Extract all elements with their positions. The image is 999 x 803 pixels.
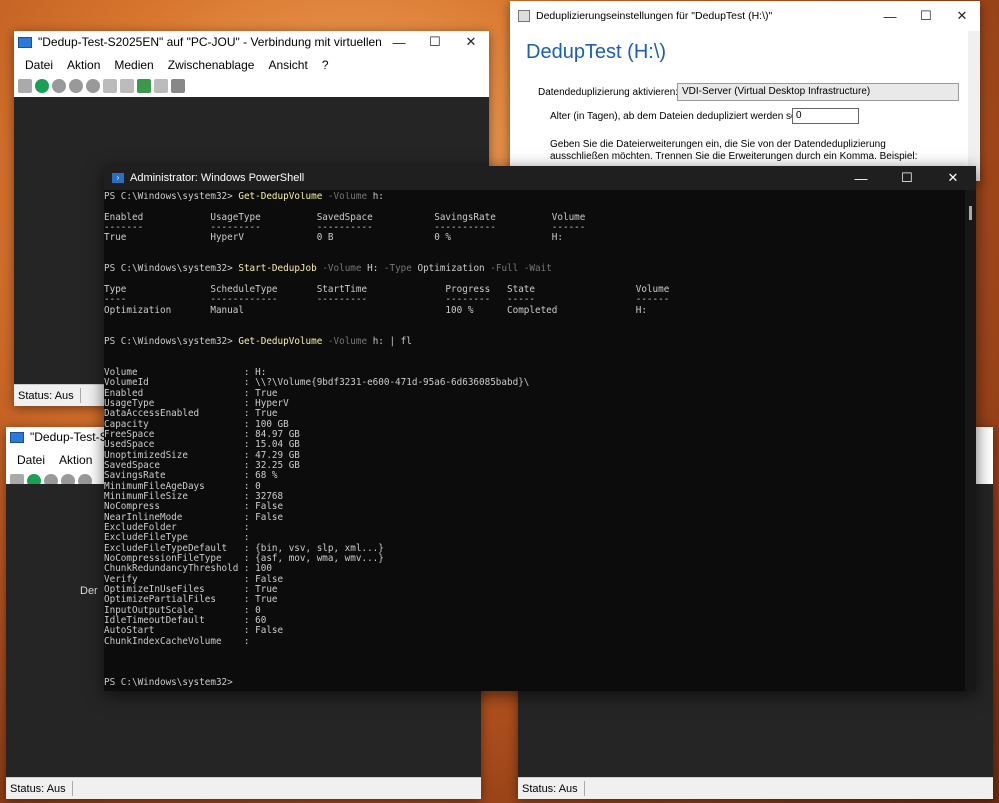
cmdlet: Get-DedupVolume [238,192,323,202]
property-list: Volume : H: VolumeId : \\?\Volume{9bdf32… [104,367,529,647]
close-icon[interactable]: ✕ [453,31,489,53]
property-line: ExcludeFileTypeDefault : {bin, vsv, slp,… [104,542,384,554]
vm1-toolbar [14,75,489,97]
start-icon[interactable] [35,79,49,93]
maximize-icon[interactable]: ☐ [884,166,930,190]
vm3-status-text: Status: Aus [522,782,578,795]
vm2-statusbar: Status: Aus [6,777,481,799]
menu-datei[interactable]: Datei [18,58,60,72]
enhanced-session-icon[interactable] [171,79,185,93]
property-line: ChunkRedundancyThreshold : 100 [104,563,272,575]
property-line: OptimizeInUseFiles : True [104,584,278,596]
dedup-type-select[interactable]: VDI-Server (Virtual Desktop Infrastructu… [677,83,959,101]
maximize-icon[interactable]: ☐ [417,31,453,53]
table-row: Optimization Manual 100 % Completed H: [104,304,647,316]
property-line: Enabled : True [104,387,278,399]
vm3-statusbar: Status: Aus [518,777,993,799]
menu-aktion[interactable]: Aktion [52,453,99,467]
settings-icon [518,10,530,22]
property-line: Verify : False [104,573,284,585]
property-line: Capacity : 100 GB [104,418,289,430]
property-line: UsageType : HyperV [104,397,289,409]
property-line: Volume : H: [104,366,267,378]
revert-icon[interactable] [154,79,168,93]
property-line: UsedSpace : 15.04 GB [104,439,300,451]
ps-scrollbar[interactable] [965,190,976,691]
dedup-scrollbar[interactable] [968,31,980,181]
monitor-icon [18,36,32,48]
maximize-icon[interactable]: ☐ [908,1,944,31]
menu-ansicht[interactable]: Ansicht [261,58,314,72]
property-line: SavedSpace : 32.25 GB [104,459,300,471]
age-input[interactable]: 0 [792,108,859,124]
enable-label: Datendeduplizierung aktivieren: [538,87,679,98]
vm1-menubar: Datei Aktion Medien Zwischenablage Ansic… [14,55,489,75]
property-line: AutoStart : False [104,625,284,637]
ps-scroll-thumb[interactable] [969,206,972,220]
menu-help[interactable]: ? [315,58,336,72]
close-icon[interactable]: ✕ [930,166,976,190]
property-line: VolumeId : \\?\Volume{9bdf3231-e600-471d… [104,377,530,389]
minimize-icon[interactable]: — [872,1,908,31]
property-line: ChunkIndexCacheVolume : [104,635,250,647]
minimize-icon[interactable]: — [381,31,417,53]
ext-text-line-2: ausschließen möchten. Trennen Sie die Er… [550,151,918,162]
dedup-heading: DedupTest (H:\) [526,41,667,63]
vm1-status-text: Status: Aus [18,389,74,402]
property-line: DataAccessEnabled : True [104,408,278,420]
property-line: ExcludeFileType : [104,532,250,544]
shutdown-icon[interactable] [69,79,83,93]
property-line: NoCompressionFileType : {asf, mov, wma, … [104,553,384,565]
property-line: OptimizePartialFiles : True [104,594,278,606]
property-line: ExcludeFolder : [104,522,250,533]
ctrl-alt-del-icon[interactable] [18,79,32,93]
menu-zwischenablage[interactable]: Zwischenablage [161,58,262,72]
age-label: Alter (in Tagen), ab dem Dateien dedupli… [550,111,815,122]
property-line: FreeSpace : 84.97 GB [104,428,300,440]
powershell-window[interactable]: › Administrator: Windows PowerShell — ☐ … [104,166,976,691]
menu-aktion[interactable]: Aktion [60,58,107,72]
checkpoint-icon[interactable] [137,79,151,93]
dedup-settings-dialog[interactable]: Deduplizierungseinstellungen für "DedupT… [510,1,980,181]
vm2-screen-text: Der [80,585,98,597]
property-line: MinimumFileAgeDays : 0 [104,480,261,492]
property-line: IdleTimeoutDefault : 60 [104,615,267,627]
pause-icon[interactable] [103,79,117,93]
cmdlet: Get-DedupVolume [238,335,323,347]
menu-datei[interactable]: Datei [10,453,52,467]
close-icon[interactable]: ✕ [944,1,980,31]
vm2-status-text: Status: Aus [10,782,66,795]
reset-icon[interactable] [120,79,134,93]
property-line: MinimumFileSize : 32768 [104,490,284,502]
vm1-titlebar[interactable]: "Dedup-Test-S2025EN" auf "PC-JOU" - Verb… [14,31,489,53]
property-line: InputOutputScale : 0 [104,604,261,616]
menu-medien[interactable]: Medien [107,58,160,72]
table-row: True HyperV 0 B 0 % H: [104,232,563,244]
dedup-titlebar[interactable]: Deduplizierungseinstellungen für "DedupT… [510,1,980,31]
ps-console-output[interactable]: PS C:\Windows\system32> Get-DedupVolume … [104,192,964,691]
property-line: SavingsRate : 68 % [104,470,278,482]
cmdlet: Start-DedupJob [238,263,317,275]
property-line: UnoptimizedSize : 47.29 GB [104,449,300,461]
stop-icon[interactable] [52,79,66,93]
monitor-icon [10,431,24,443]
powershell-icon: › [112,173,124,183]
ext-text-line-1: Geben Sie die Dateierweiterungen ein, di… [550,139,886,150]
property-line: NoCompress : False [104,501,284,513]
table-header: Type ScheduleType StartTime Progress Sta… [104,284,670,296]
ps-titlebar[interactable]: › Administrator: Windows PowerShell — ☐ … [104,166,976,190]
dedup-title: Deduplizierungseinstellungen für "DedupT… [536,10,773,22]
table-header: Enabled UsageType SavedSpace SavingsRate… [104,211,586,223]
ps-title: Administrator: Windows PowerShell [130,172,305,184]
vm1-title: "Dedup-Test-S2025EN" auf "PC-JOU" - Verb… [38,35,381,49]
minimize-icon[interactable]: — [838,166,884,190]
property-line: NearInlineMode : False [104,511,284,523]
save-state-icon[interactable] [86,79,100,93]
